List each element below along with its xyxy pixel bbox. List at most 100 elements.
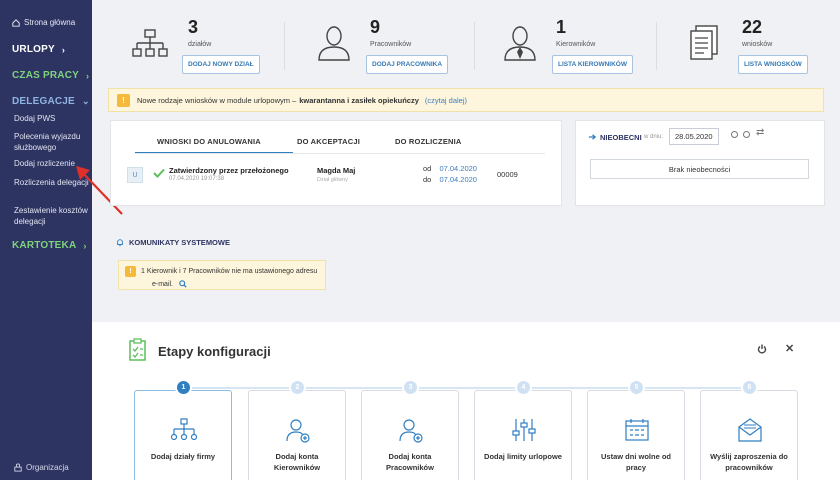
warning-icon: ! <box>125 266 136 277</box>
notice-bar: ! Nowe rodzaje wniosków w module urlopow… <box>108 88 824 112</box>
tab-do-akceptacji[interactable]: DO AKCEPTACJI <box>297 137 360 146</box>
tab-wnioski-do-anulowania[interactable]: WNIOSKI DO ANULOWANIA <box>157 137 261 146</box>
requests-list-button[interactable]: LISTA WNIOSKÓW <box>738 55 808 74</box>
step-label: Ustaw dni wolne od pracy <box>600 452 671 472</box>
home-icon <box>12 18 20 27</box>
chevron-right-icon: › <box>83 240 87 251</box>
step-ustaw-dni-wolne[interactable]: 5 Ustaw dni wolne od pracy <box>587 379 685 480</box>
absent-title: NIEOBECNI <box>600 133 642 142</box>
sidebar-section-kartoteka[interactable]: KARTOTEKA › <box>12 240 87 251</box>
power-icon[interactable] <box>757 344 767 354</box>
sidebar-item-label: Strona główna <box>24 18 76 27</box>
close-icon[interactable]: ✕ <box>785 342 794 355</box>
sidebar-section-czas-pracy[interactable]: CZAS PRACY › <box>12 70 89 81</box>
org-chart-icon <box>132 29 168 57</box>
step-number: 2 <box>289 379 306 396</box>
sidebar-item-polecenia-wyjazdu[interactable]: Polecenia wyjazdu służbowego <box>14 131 90 153</box>
stat-label: wniosków <box>742 41 773 48</box>
stat-label: działów <box>188 41 212 48</box>
next-day-icon[interactable] <box>743 131 750 138</box>
configuration-panel: Etapy konfiguracji ✕ 1 Dodaj działy firm… <box>92 322 840 480</box>
date-from: od 07.04.2020 <box>423 164 477 173</box>
request-status: Zatwierdzony przez przełożonego <box>169 166 289 175</box>
system-messages-label: KOMUNIKATY SYSTEMOWE <box>129 238 230 247</box>
swap-icon[interactable]: ⇄ <box>756 127 764 138</box>
chevron-right-icon: › <box>61 44 66 55</box>
request-timestamp: 07.04.2020 19:07:38 <box>169 176 225 182</box>
sign-out-icon <box>588 134 597 140</box>
envelope-icon <box>738 418 762 442</box>
no-absences-box: Brak nieobecności <box>590 159 809 179</box>
step-dodaj-limity-urlopowe[interactable]: 4 Dodaj limity urlopowe <box>474 379 572 480</box>
stat-value: 9 <box>370 17 381 37</box>
sidebar-section-label: KARTOTEKA <box>12 240 77 251</box>
system-message: ! 1 Kierownik i 7 Pracowników nie ma ust… <box>118 260 326 290</box>
system-messages-title: KOMUNIKATY SYSTEMOWE <box>116 238 230 247</box>
notice-read-more-link[interactable]: (czytaj dalej) <box>425 96 467 105</box>
manager-icon <box>504 26 536 61</box>
sidebar-section-label: CZAS PRACY <box>12 70 80 81</box>
divider <box>474 22 475 70</box>
system-message-line: e-mail. <box>152 280 319 288</box>
chevron-right-icon: › <box>86 70 90 81</box>
system-message-line: ! 1 Kierownik i 7 Pracowników nie ma ust… <box>125 266 319 277</box>
date-to-label: do <box>423 175 432 184</box>
tab-do-rozliczenia[interactable]: DO ROZLICZENIA <box>395 137 462 146</box>
stat-label: Kierowników <box>556 41 596 48</box>
calendar-icon <box>625 419 649 441</box>
sidebar-section-label: URLOPY <box>12 44 55 55</box>
divider <box>656 22 657 70</box>
step-wyslij-zaproszenia[interactable]: 6 Wyślij zaproszenia do pracowników <box>700 379 798 480</box>
prev-day-icon[interactable] <box>731 131 738 138</box>
tab-divider <box>135 153 545 154</box>
employee-icon <box>318 26 350 61</box>
sidebar-item-home[interactable]: Strona główna <box>12 18 75 27</box>
stat-value: 3 <box>188 17 199 37</box>
stat-value: 1 <box>556 17 567 37</box>
date-to-value: 07.04.2020 <box>439 175 477 184</box>
sidebar-item-dodaj-pws[interactable]: Dodaj PWS <box>14 113 90 124</box>
requests-panel: WNIOSKI DO ANULOWANIA DO AKCEPTACJI DO R… <box>110 120 562 206</box>
lock-icon <box>14 463 22 472</box>
add-department-button[interactable]: DODAJ NOWY DZIAŁ <box>182 55 260 74</box>
sidebar-item-label: Organizacja <box>26 463 69 472</box>
absent-day-label: w dniu: <box>644 134 664 140</box>
warning-icon: ! <box>117 93 130 107</box>
date-from-value: 07.04.2020 <box>439 164 477 173</box>
stat-value: 22 <box>742 17 763 37</box>
date-from-label: od <box>423 164 432 173</box>
sidebar-item-organizacja[interactable]: Organizacja <box>14 463 69 472</box>
managers-list-button[interactable]: LISTA KIEROWNIKÓW <box>552 55 633 74</box>
employee-name: Magda Maj <box>317 166 356 175</box>
check-icon <box>153 168 165 178</box>
checklist-icon <box>129 338 146 361</box>
step-number: 3 <box>402 379 419 396</box>
request-number: 00009 <box>497 170 518 179</box>
step-dodaj-dzialy[interactable]: 1 Dodaj działy firmy <box>134 379 232 480</box>
step-number: 1 <box>175 379 192 396</box>
bell-icon <box>117 239 123 247</box>
sidebar-section-delegacje[interactable]: DELEGACJE ⌄ <box>12 96 90 107</box>
stat-label: Pracowników <box>370 41 412 48</box>
notice-highlight: kwarantanna i zasiłek opiekuńczy <box>299 95 419 105</box>
add-employee-button[interactable]: DODAJ PRACOWNIKA <box>366 55 449 74</box>
absent-date-input[interactable]: 28.05.2020 <box>669 128 719 145</box>
date-to: do 07.04.2020 <box>423 175 477 184</box>
documents-icon <box>690 25 718 60</box>
sidebar-section-urlopy[interactable]: URLOPY › <box>12 44 65 55</box>
system-message-text: 1 Kierownik i 7 Pracowników nie ma ustaw… <box>141 268 318 275</box>
add-user-icon <box>399 419 423 443</box>
step-label: Dodaj działy firmy <box>150 452 216 461</box>
step-label: Wyślij zaproszenia do pracowników <box>710 452 788 472</box>
sidebar: Strona główna URLOPY › CZAS PRACY › DELEGA… <box>0 0 92 480</box>
search-icon[interactable] <box>179 280 187 288</box>
step-dodaj-konta-kierownikow[interactable]: 2 Dodaj konta Kierowników <box>248 379 346 480</box>
notice-text: Nowe rodzaje wniosków w module urlopowym… <box>137 95 297 105</box>
step-dodaj-konta-pracownikow[interactable]: 3 Dodaj konta Pracowników <box>361 379 459 480</box>
step-number: 4 <box>515 379 532 396</box>
step-number: 5 <box>628 379 645 396</box>
configuration-title: Etapy konfiguracji <box>158 344 271 359</box>
step-label: Dodaj konta Kierowników <box>273 452 321 472</box>
absent-panel: NIEOBECNI w dniu: 28.05.2020 ⇄ Brak nieo… <box>575 120 825 206</box>
system-message-text: e-mail. <box>152 280 174 288</box>
